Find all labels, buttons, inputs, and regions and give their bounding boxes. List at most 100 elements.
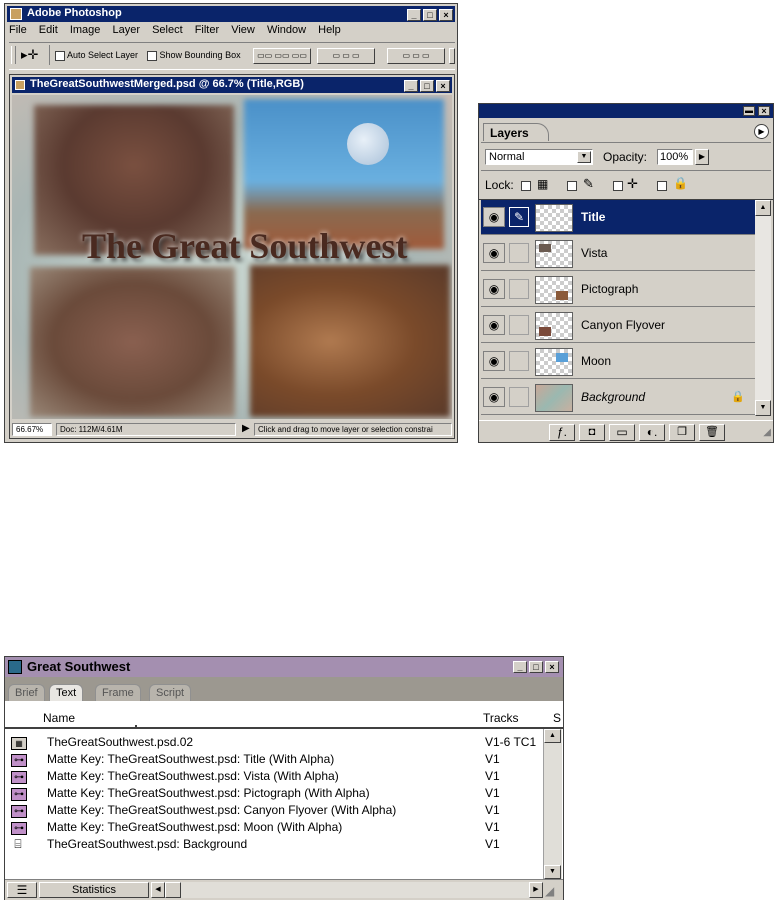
folder-icon[interactable]: ▭ <box>609 424 635 441</box>
layer-row-canyon-flyover[interactable]: ◉ Canyon Flyover <box>481 308 755 343</box>
tab-brief[interactable]: Brief <box>8 684 45 701</box>
opacity-field[interactable]: 100% <box>657 149 693 165</box>
photoshop-title-bar[interactable]: Adobe Photoshop _ □ × <box>7 6 455 22</box>
layer-row-pictograph[interactable]: ◉ Pictograph <box>481 272 755 307</box>
move-tool-icon[interactable]: ▸✛ <box>21 47 38 63</box>
blend-mode-select[interactable]: Normal ▼ <box>485 149 593 165</box>
auto-select-option[interactable]: Auto Select Layer <box>55 50 138 61</box>
more-options-button[interactable] <box>449 48 455 64</box>
bin-maximize-button[interactable]: □ <box>529 661 543 673</box>
menu-image[interactable]: Image <box>70 24 101 36</box>
bin-row-background[interactable]: ⌸ TheGreatSouthwest.psd: Background V1 <box>11 837 541 853</box>
bin-row-matte-title[interactable]: ⊶ Matte Key: TheGreatSouthwest.psd: Titl… <box>11 752 541 768</box>
resize-grip-icon[interactable]: ◢ <box>763 427 771 438</box>
link-cell[interactable] <box>509 387 529 407</box>
brush-link-icon[interactable]: ✎ <box>509 207 529 227</box>
eye-icon[interactable]: ◉ <box>483 243 505 263</box>
maximize-button[interactable]: □ <box>423 9 437 21</box>
adjustment-layer-icon[interactable]: ◐. <box>639 424 665 441</box>
opacity-slider-arrow-icon[interactable]: ▶ <box>695 149 709 165</box>
close-button[interactable]: × <box>439 9 453 21</box>
column-name-header[interactable]: Name <box>43 711 75 725</box>
scroll-down-icon[interactable]: ▼ <box>544 865 561 879</box>
layer-row-title[interactable]: ◉ ✎ Title <box>481 200 755 235</box>
layers-tab[interactable]: Layers <box>483 123 549 141</box>
lock-transparency-checkbox[interactable] <box>521 181 531 191</box>
image-canvas[interactable]: The Great Southwest <box>12 95 452 419</box>
scroll-down-icon[interactable]: ▼ <box>755 400 771 416</box>
link-cell[interactable] <box>509 279 529 299</box>
bin-close-button[interactable]: × <box>545 661 559 673</box>
lock-all-checkbox[interactable] <box>657 181 667 191</box>
palette-menu-icon[interactable]: ▶ <box>754 124 769 139</box>
bin-row-matte-vista[interactable]: ⊶ Matte Key: TheGreatSouthwest.psd: Vist… <box>11 769 541 785</box>
statistics-button[interactable]: Statistics <box>39 882 149 898</box>
bounding-box-checkbox[interactable] <box>147 50 157 61</box>
layer-row-background[interactable]: ◉ Background 🔒 <box>481 380 755 415</box>
link-cell[interactable] <box>509 351 529 371</box>
menu-layer[interactable]: Layer <box>112 24 140 36</box>
doc-close-button[interactable]: × <box>436 80 450 92</box>
bin-row-sequence[interactable]: ▦ TheGreatSouthwest.psd.02 V1-6 TC1 <box>11 735 541 751</box>
link-cell[interactable] <box>509 315 529 335</box>
tab-text[interactable]: Text <box>49 684 84 701</box>
layers-scrollbar[interactable]: ▲ ▼ <box>755 200 771 416</box>
resize-grip-icon[interactable]: ◢ <box>545 884 554 898</box>
auto-select-checkbox[interactable] <box>55 50 65 61</box>
scroll-up-icon[interactable]: ▲ <box>755 200 771 216</box>
scroll-right-icon[interactable]: ▶ <box>529 882 543 898</box>
menu-select[interactable]: Select <box>152 24 183 36</box>
column-extra-header[interactable]: S <box>553 711 561 725</box>
bin-row-matte-pictograph[interactable]: ⊶ Matte Key: TheGreatSouthwest.psd: Pict… <box>11 786 541 802</box>
bin-fast-menu-icon[interactable]: ☰ <box>7 882 37 898</box>
horizontal-scroll-thumb[interactable] <box>165 882 181 898</box>
menu-window[interactable]: Window <box>267 24 306 36</box>
menu-view[interactable]: View <box>231 24 255 36</box>
eye-icon[interactable]: ◉ <box>483 387 505 407</box>
bounding-box-option[interactable]: Show Bounding Box <box>147 50 241 61</box>
align-top-buttons[interactable]: ▭▭ ▭▭ ▭▭ <box>253 48 311 64</box>
mask-icon[interactable]: ◘ <box>579 424 605 441</box>
new-layer-icon[interactable]: ❐ <box>669 424 695 441</box>
chevron-down-icon[interactable]: ▼ <box>577 151 591 163</box>
menu-file[interactable]: File <box>9 24 27 36</box>
column-tracks-header[interactable]: Tracks <box>483 711 519 725</box>
scroll-up-icon[interactable]: ▲ <box>544 729 561 743</box>
palette-close-button[interactable]: × <box>758 106 770 116</box>
status-menu-arrow-icon[interactable]: ▶ <box>242 423 250 434</box>
lock-image-checkbox[interactable] <box>567 181 577 191</box>
zoom-field[interactable]: 66.67% <box>12 423 52 436</box>
trash-icon[interactable]: 🗑 <box>699 424 725 441</box>
menu-edit[interactable]: Edit <box>39 24 58 36</box>
distribute-buttons[interactable]: ▭ ▭ ▭ <box>387 48 445 64</box>
minimize-button[interactable]: _ <box>407 9 421 21</box>
lock-position-checkbox[interactable] <box>613 181 623 191</box>
doc-minimize-button[interactable]: _ <box>404 80 418 92</box>
menu-help[interactable]: Help <box>318 24 341 36</box>
align-left-buttons[interactable]: ▭ ▭ ▭ <box>317 48 375 64</box>
layer-row-vista[interactable]: ◉ Vista <box>481 236 755 271</box>
bin-title-bar[interactable]: Great Southwest _ □ × <box>5 657 563 677</box>
doc-maximize-button[interactable]: □ <box>420 80 434 92</box>
tab-script[interactable]: Script <box>149 684 192 701</box>
layer-style-icon[interactable]: ƒ. <box>549 424 575 441</box>
layer-row-moon[interactable]: ◉ Moon <box>481 344 755 379</box>
bin-minimize-button[interactable]: _ <box>513 661 527 673</box>
scroll-left-icon[interactable]: ◀ <box>151 882 165 898</box>
layers-palette-title-bar[interactable]: ▬ × <box>479 104 773 118</box>
menu-filter[interactable]: Filter <box>195 24 219 36</box>
link-cell[interactable] <box>509 243 529 263</box>
palette-minimize-button[interactable]: ▬ <box>743 106 755 116</box>
horizontal-scroll-track[interactable] <box>181 882 529 898</box>
bin-row-matte-canyon-flyover[interactable]: ⊶ Matte Key: TheGreatSouthwest.psd: Cany… <box>11 803 541 819</box>
document-title-bar[interactable]: TheGreatSouthwestMerged.psd @ 66.7% (Tit… <box>12 77 452 93</box>
eye-icon[interactable]: ◉ <box>483 279 505 299</box>
bin-vertical-scrollbar[interactable]: ▲ ▼ <box>543 729 562 879</box>
bin-row-name: TheGreatSouthwest.psd: Background <box>47 837 248 851</box>
tab-frame[interactable]: Frame <box>95 684 141 701</box>
options-grip[interactable] <box>11 46 16 64</box>
bin-row-matte-moon[interactable]: ⊶ Matte Key: TheGreatSouthwest.psd: Moon… <box>11 820 541 836</box>
eye-icon[interactable]: ◉ <box>483 207 505 227</box>
eye-icon[interactable]: ◉ <box>483 315 505 335</box>
eye-icon[interactable]: ◉ <box>483 351 505 371</box>
